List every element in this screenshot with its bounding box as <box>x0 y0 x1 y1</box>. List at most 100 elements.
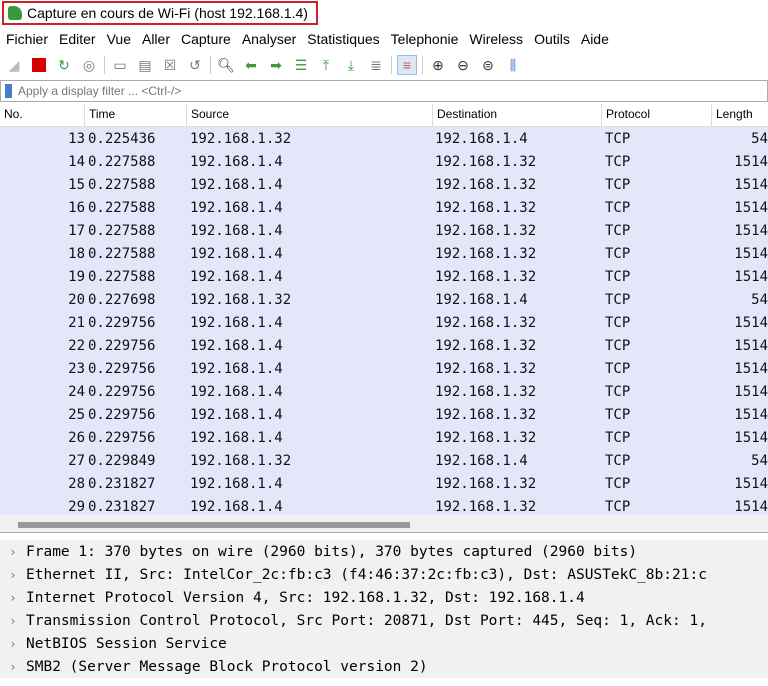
packet-time: 0.231827 <box>85 476 190 492</box>
go-forward-icon[interactable]: ➡ <box>266 55 286 75</box>
toolbar-separator <box>391 56 392 74</box>
packet-row[interactable]: 140.227588192.168.1.4192.168.1.32TCP1514 <box>0 150 768 173</box>
packet-no: 15 <box>0 177 85 193</box>
menu-vue[interactable]: Vue <box>107 31 131 47</box>
packet-time: 0.225436 <box>85 131 190 147</box>
packet-row[interactable]: 180.227588192.168.1.4192.168.1.32TCP1514 <box>0 242 768 265</box>
packet-proto: TCP <box>605 453 713 469</box>
autoscroll-icon[interactable]: ≣ <box>366 55 386 75</box>
menu-analyser[interactable]: Analyser <box>242 31 296 47</box>
packet-no: 18 <box>0 246 85 262</box>
restart-capture-icon[interactable]: ↻ <box>54 55 74 75</box>
packet-dst: 192.168.1.32 <box>435 430 605 446</box>
packet-len: 54 <box>713 131 768 147</box>
column-header-length[interactable]: Length <box>712 104 768 126</box>
column-header-time[interactable]: Time <box>85 104 187 126</box>
save-file-icon[interactable]: ▤ <box>135 55 155 75</box>
menu-capture[interactable]: Capture <box>181 31 231 47</box>
packet-row[interactable]: 260.229756192.168.1.4192.168.1.32TCP1514 <box>0 426 768 449</box>
resize-columns-icon[interactable]: ⫼ <box>503 55 523 75</box>
packet-len: 54 <box>713 292 768 308</box>
packet-row[interactable]: 190.227588192.168.1.4192.168.1.32TCP1514 <box>0 265 768 288</box>
packet-row[interactable]: 210.229756192.168.1.4192.168.1.32TCP1514 <box>0 311 768 334</box>
detail-tree-item[interactable]: ›Internet Protocol Version 4, Src: 192.1… <box>0 586 768 609</box>
detail-tree-item[interactable]: ›NetBIOS Session Service <box>0 632 768 655</box>
packet-row[interactable]: 220.229756192.168.1.4192.168.1.32TCP1514 <box>0 334 768 357</box>
expand-chevron-icon[interactable]: › <box>0 660 26 674</box>
menu-outils[interactable]: Outils <box>534 31 570 47</box>
menu-statistiques[interactable]: Statistiques <box>307 31 379 47</box>
reload-file-icon[interactable]: ↺ <box>185 55 205 75</box>
column-header-source[interactable]: Source <box>187 104 433 126</box>
expand-chevron-icon[interactable]: › <box>0 545 26 559</box>
packet-len: 1514 <box>713 200 768 216</box>
packet-len: 54 <box>713 453 768 469</box>
packet-row[interactable]: 170.227588192.168.1.4192.168.1.32TCP1514 <box>0 219 768 242</box>
packet-dst: 192.168.1.32 <box>435 384 605 400</box>
menu-aide[interactable]: Aide <box>581 31 609 47</box>
bookmark-icon[interactable] <box>5 84 12 98</box>
column-header-destination[interactable]: Destination <box>433 104 602 126</box>
packet-row[interactable]: 270.229849192.168.1.32192.168.1.4TCP54 <box>0 449 768 472</box>
packet-no: 28 <box>0 476 85 492</box>
packet-proto: TCP <box>605 269 713 285</box>
packet-row[interactable]: 290.231827192.168.1.4192.168.1.32TCP1514 <box>0 495 768 515</box>
go-last-packet-icon[interactable]: ⤓ <box>341 55 361 75</box>
packet-len: 1514 <box>713 384 768 400</box>
detail-tree-item[interactable]: ›Transmission Control Protocol, Src Port… <box>0 609 768 632</box>
packet-proto: TCP <box>605 384 713 400</box>
capture-options-icon[interactable]: ◎ <box>79 55 99 75</box>
find-packet-icon[interactable]: 🔍︎ <box>216 55 236 75</box>
go-to-packet-icon[interactable]: ☰ <box>291 55 311 75</box>
menu-fichier[interactable]: Fichier <box>6 31 48 47</box>
open-file-icon[interactable]: ▭ <box>110 55 130 75</box>
packet-src: 192.168.1.32 <box>190 131 435 147</box>
go-first-packet-icon[interactable]: ⤒ <box>316 55 336 75</box>
detail-tree-item[interactable]: ›Ethernet II, Src: IntelCor_2c:fb:c3 (f4… <box>0 563 768 586</box>
packet-row[interactable]: 240.229756192.168.1.4192.168.1.32TCP1514 <box>0 380 768 403</box>
packet-row[interactable]: 280.231827192.168.1.4192.168.1.32TCP1514 <box>0 472 768 495</box>
packet-row[interactable]: 230.229756192.168.1.4192.168.1.32TCP1514 <box>0 357 768 380</box>
start-capture-icon[interactable]: ◢ <box>4 55 24 75</box>
zoom-in-icon[interactable]: ⊕ <box>428 55 448 75</box>
packet-src: 192.168.1.4 <box>190 499 435 515</box>
detail-text: Frame 1: 370 bytes on wire (2960 bits), … <box>26 544 637 560</box>
column-header-no[interactable]: No. <box>0 104 85 126</box>
packet-row[interactable]: 250.229756192.168.1.4192.168.1.32TCP1514 <box>0 403 768 426</box>
packet-no: 25 <box>0 407 85 423</box>
packet-dst: 192.168.1.32 <box>435 223 605 239</box>
packet-row[interactable]: 150.227588192.168.1.4192.168.1.32TCP1514 <box>0 173 768 196</box>
packet-row[interactable]: 160.227588192.168.1.4192.168.1.32TCP1514 <box>0 196 768 219</box>
packet-row[interactable]: 200.227698192.168.1.32192.168.1.4TCP54 <box>0 288 768 311</box>
menu-aller[interactable]: Aller <box>142 31 170 47</box>
packet-no: 27 <box>0 453 85 469</box>
colorize-icon[interactable]: ≡ <box>397 55 417 75</box>
expand-chevron-icon[interactable]: › <box>0 591 26 605</box>
display-filter-input[interactable]: Apply a display filter ... <Ctrl-/> <box>0 80 768 102</box>
packet-row[interactable]: 130.225436192.168.1.32192.168.1.4TCP54 <box>0 127 768 150</box>
zoom-out-icon[interactable]: ⊖ <box>453 55 473 75</box>
detail-tree-item[interactable]: ›SMB2 (Server Message Block Protocol ver… <box>0 655 768 678</box>
packet-len: 1514 <box>713 177 768 193</box>
column-header-protocol[interactable]: Protocol <box>602 104 712 126</box>
packet-time: 0.229756 <box>85 361 190 377</box>
menu-editer[interactable]: Editer <box>59 31 96 47</box>
packet-dst: 192.168.1.32 <box>435 499 605 515</box>
packet-no: 22 <box>0 338 85 354</box>
scrollbar-thumb[interactable] <box>18 522 410 528</box>
expand-chevron-icon[interactable]: › <box>0 637 26 651</box>
packet-len: 1514 <box>713 246 768 262</box>
expand-chevron-icon[interactable]: › <box>0 568 26 582</box>
packet-len: 1514 <box>713 407 768 423</box>
menu-wireless[interactable]: Wireless <box>469 31 523 47</box>
menu-telephonie[interactable]: Telephonie <box>391 31 459 47</box>
horizontal-scrollbar[interactable] <box>0 515 768 533</box>
expand-chevron-icon[interactable]: › <box>0 614 26 628</box>
packet-time: 0.229756 <box>85 315 190 331</box>
close-file-icon[interactable]: ☒ <box>160 55 180 75</box>
zoom-normal-icon[interactable]: ⊜ <box>478 55 498 75</box>
packet-len: 1514 <box>713 338 768 354</box>
stop-capture-icon[interactable] <box>29 55 49 75</box>
detail-tree-item[interactable]: ›Frame 1: 370 bytes on wire (2960 bits),… <box>0 540 768 563</box>
go-back-icon[interactable]: ⬅ <box>241 55 261 75</box>
